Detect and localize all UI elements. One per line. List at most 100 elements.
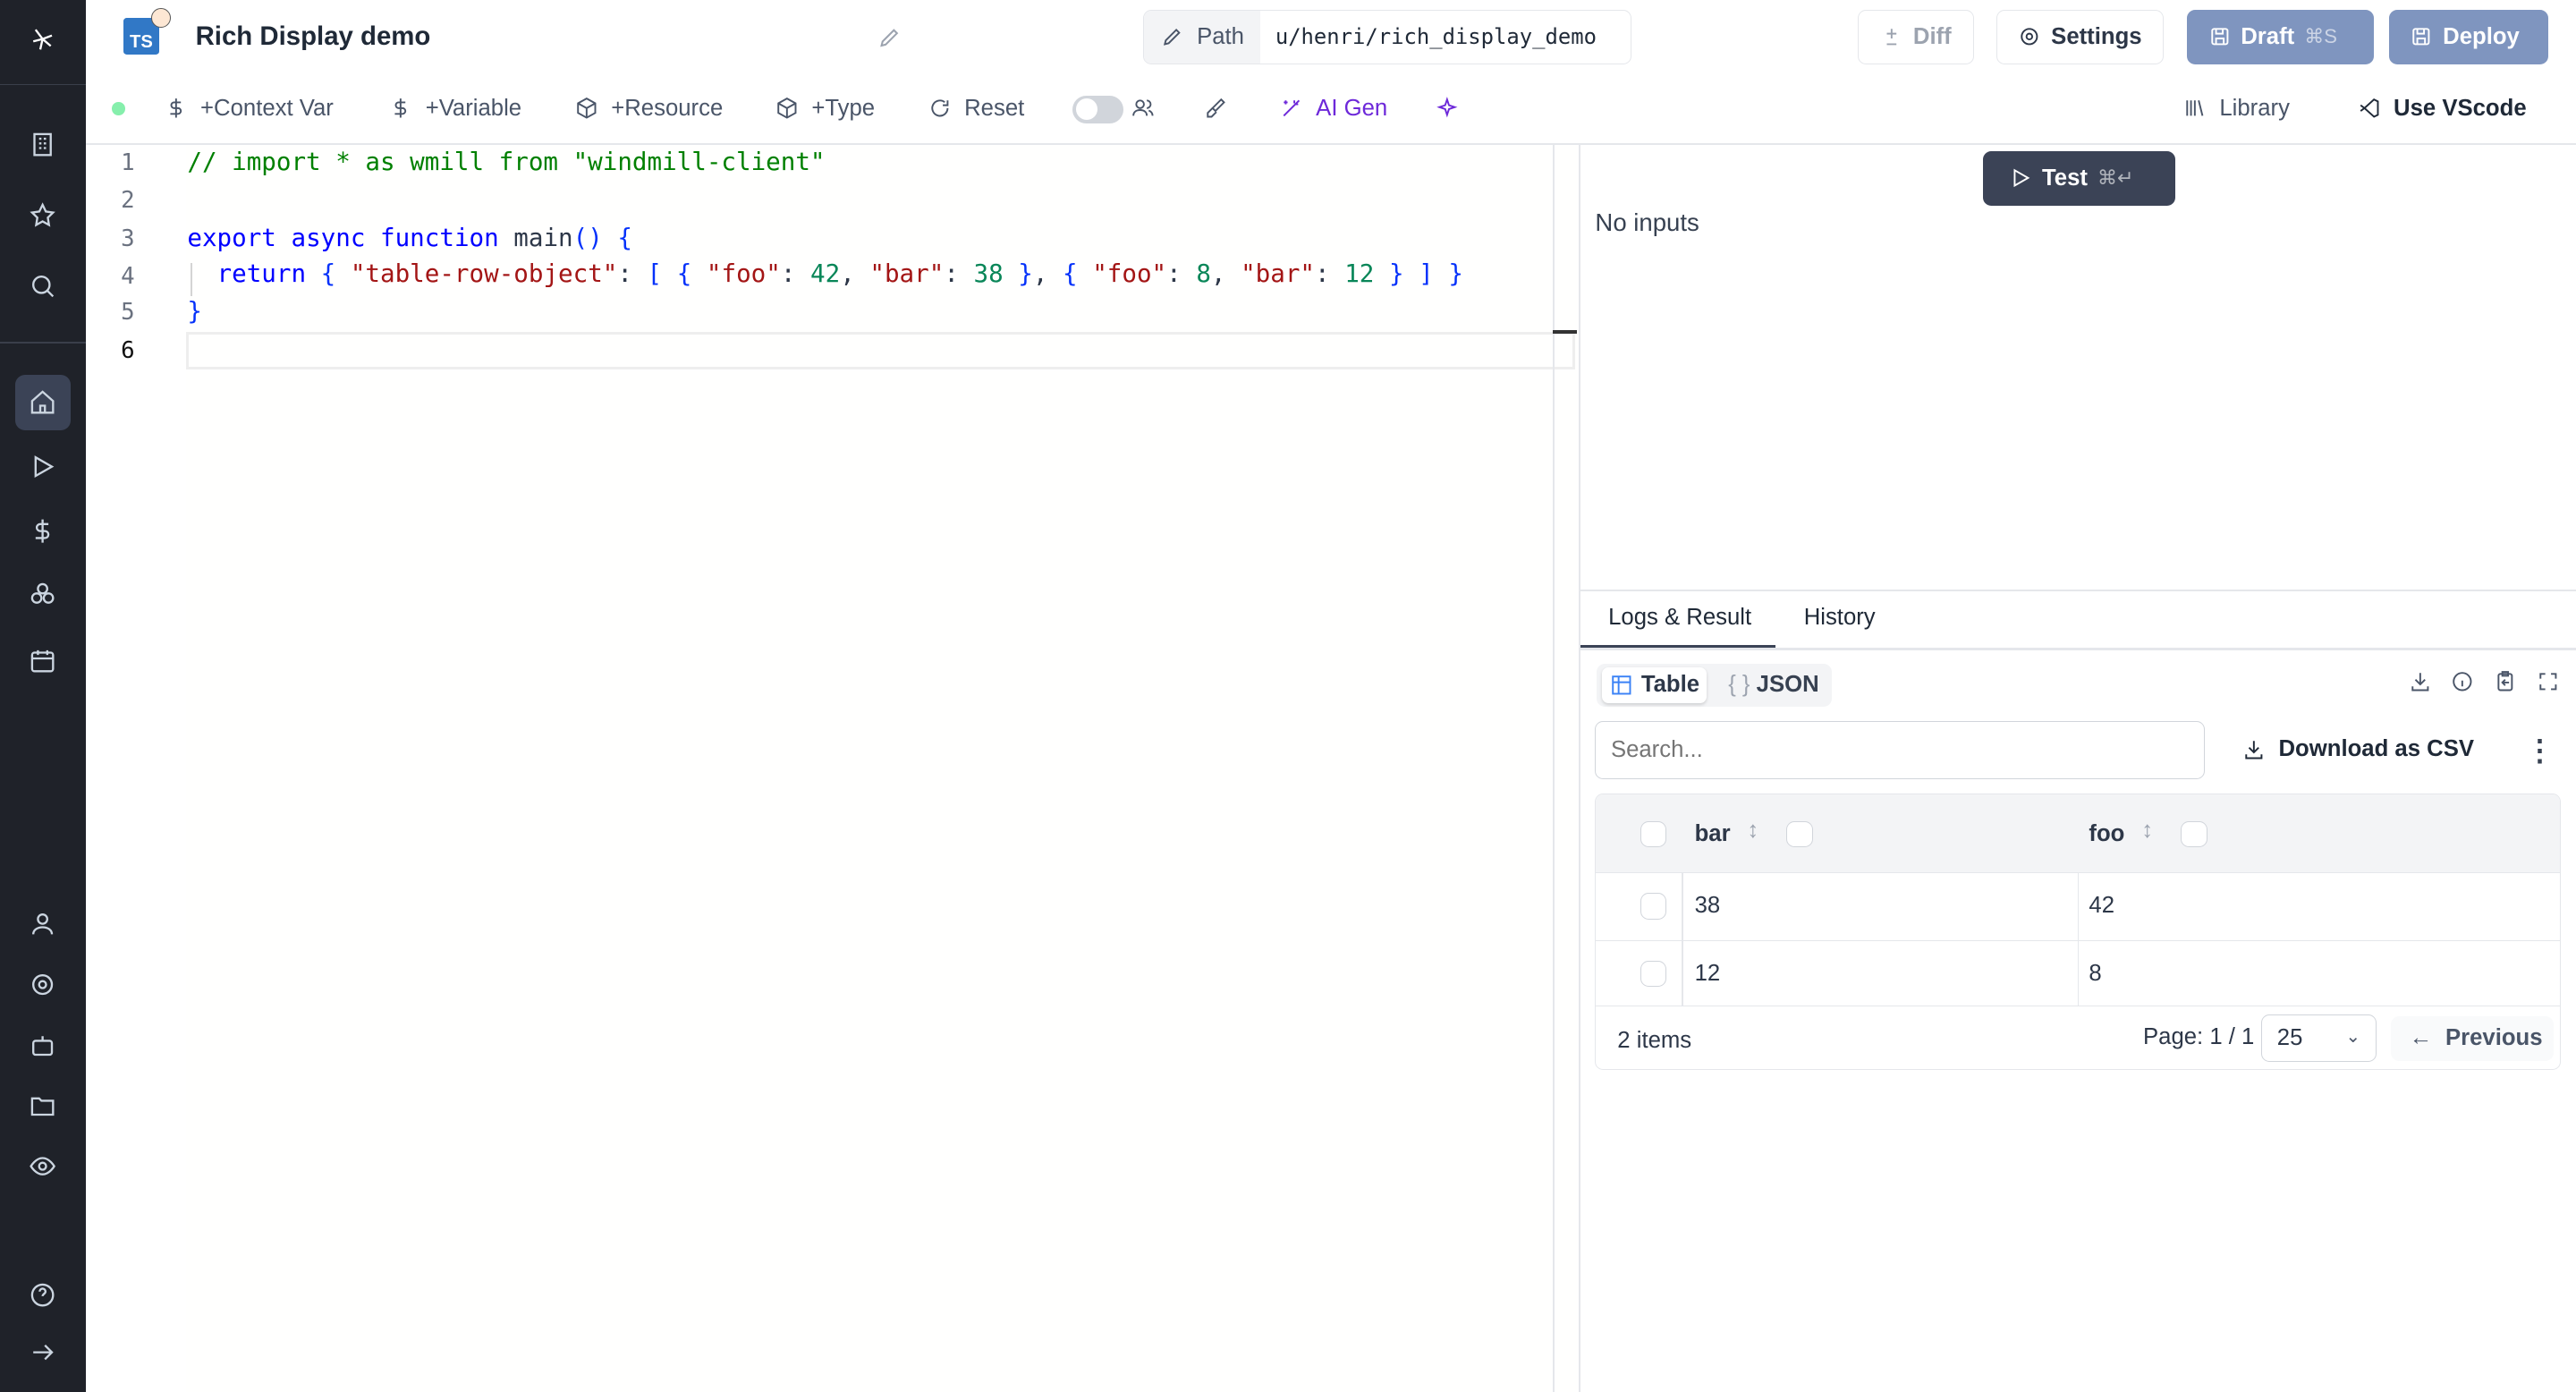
- table-row[interactable]: 38 42: [1596, 873, 2561, 941]
- column-header-foo[interactable]: foo: [2089, 821, 2124, 847]
- variable-button[interactable]: +Variable: [389, 94, 521, 123]
- gear-icon[interactable]: [23, 964, 63, 1004]
- context-var-button[interactable]: +Context Var: [165, 94, 334, 123]
- download-icon[interactable]: [2409, 670, 2432, 700]
- line-number: 6: [121, 336, 135, 364]
- user-icon[interactable]: [23, 904, 63, 943]
- previous-button[interactable]: ← Previous: [2391, 1016, 2555, 1061]
- cell-foo: 8: [2089, 960, 2102, 986]
- view-json-label: JSON: [1756, 672, 1819, 698]
- cell-bar: 38: [1694, 893, 1721, 919]
- column-checkbox[interactable]: [2181, 820, 2207, 847]
- script-title[interactable]: Rich Display demo: [196, 21, 431, 52]
- table-row[interactable]: 12 8: [1596, 940, 2561, 1007]
- settings-button[interactable]: Settings: [1996, 10, 2165, 64]
- path-field[interactable]: Path u/henri/rich_display_demo: [1143, 10, 1631, 64]
- fullscreen-icon[interactable]: [2537, 670, 2560, 700]
- use-vscode-button[interactable]: Use VScode: [2358, 94, 2527, 123]
- row-checkbox[interactable]: [1640, 893, 1667, 920]
- collab-toggle[interactable]: [1072, 95, 1124, 123]
- sort-icon[interactable]: ↕: [1747, 818, 1758, 844]
- page-size-value: 25: [2276, 1025, 2303, 1051]
- row-checkbox[interactable]: [1640, 960, 1667, 987]
- test-shortcut: ⌘↵: [2097, 166, 2134, 190]
- info-icon[interactable]: [2451, 670, 2474, 700]
- save-icon: [2210, 28, 2228, 46]
- gear-icon: [2021, 28, 2038, 46]
- line-number: 5: [121, 299, 135, 327]
- download-csv-button[interactable]: Download as CSV: [2242, 734, 2474, 764]
- windmill-logo-icon[interactable]: [23, 20, 63, 59]
- table-header: [1596, 794, 2561, 874]
- table-icon: [1612, 675, 1631, 695]
- tab-logs-result[interactable]: Logs & Result: [1580, 605, 1776, 648]
- sort-icon[interactable]: ↕: [2141, 818, 2153, 844]
- page-size-select[interactable]: 25 ⌄: [2261, 1014, 2377, 1063]
- reset-label: Reset: [964, 95, 1025, 121]
- select-all-checkbox[interactable]: [1640, 820, 1667, 847]
- diff-icon: [1886, 29, 1897, 46]
- play-icon[interactable]: [23, 447, 63, 487]
- line-number: 1: [121, 149, 135, 177]
- path-value[interactable]: u/henri/rich_display_demo: [1260, 11, 1597, 64]
- bot-icon[interactable]: [23, 1025, 63, 1065]
- no-inputs-text: No inputs: [1595, 208, 1699, 237]
- eye-icon[interactable]: [23, 1147, 63, 1186]
- clipboard-copy-icon[interactable]: [2494, 670, 2517, 700]
- type-label: +Type: [811, 95, 876, 121]
- ai-gen-button[interactable]: AI Gen: [1280, 94, 1387, 123]
- reset-button[interactable]: Reset: [928, 94, 1025, 123]
- previous-label: Previous: [2445, 1025, 2543, 1051]
- status-dot: [111, 101, 125, 115]
- paintbrush-icon[interactable]: [1204, 94, 1227, 123]
- sparkles-icon[interactable]: [1436, 94, 1459, 123]
- line-number: 3: [121, 225, 135, 252]
- code-line: // import * as wmill from "windmill-clie…: [187, 148, 826, 177]
- tab-history[interactable]: History: [1804, 605, 1876, 631]
- help-icon[interactable]: [23, 1275, 63, 1314]
- vscode-icon: [2360, 98, 2379, 119]
- more-options-icon[interactable]: ⋮: [2525, 733, 2555, 768]
- test-button[interactable]: Test ⌘↵: [1982, 150, 2175, 206]
- context-var-label: +Context Var: [200, 95, 334, 121]
- settings-label: Settings: [2051, 23, 2142, 49]
- current-line-highlight: [185, 332, 1576, 370]
- code-line: }: [187, 297, 202, 327]
- dollar-icon[interactable]: [23, 511, 63, 550]
- items-count: 2 items: [1617, 1027, 1692, 1053]
- draft-button[interactable]: Draft ⌘S: [2186, 10, 2375, 64]
- library-icon: [2186, 100, 2204, 117]
- variable-label: +Variable: [425, 95, 522, 121]
- calendar-icon[interactable]: [23, 641, 63, 680]
- edit-pencil-icon[interactable]: [877, 25, 902, 56]
- download-icon: [2245, 740, 2263, 760]
- folder-icon[interactable]: [23, 1086, 63, 1125]
- resource-label: +Resource: [611, 95, 724, 121]
- search-input[interactable]: [1595, 721, 2205, 779]
- diff-label: Diff: [1912, 23, 1952, 49]
- library-label: Library: [2219, 95, 2290, 121]
- page-indicator: Page: 1 / 1: [2143, 1024, 2255, 1050]
- home-icon[interactable]: [14, 374, 71, 431]
- view-json-button[interactable]: { } JSON: [1728, 672, 1818, 698]
- expand-arrow-icon[interactable]: [23, 1333, 63, 1372]
- dollar-icon: [170, 98, 182, 118]
- diff-button[interactable]: Diff: [1858, 10, 1974, 64]
- view-table-button[interactable]: Table: [1601, 666, 1707, 704]
- type-button[interactable]: +Type: [775, 94, 875, 123]
- ai-gen-label: AI Gen: [1316, 95, 1388, 121]
- play-icon: [2013, 169, 2030, 188]
- users-icon: [1131, 94, 1155, 123]
- star-icon[interactable]: [23, 196, 63, 235]
- column-checkbox[interactable]: [1786, 820, 1813, 847]
- column-header-bar[interactable]: bar: [1695, 821, 1731, 847]
- search-icon[interactable]: [23, 267, 63, 306]
- path-label: Path: [1197, 23, 1244, 49]
- building-icon[interactable]: [23, 125, 63, 165]
- draft-shortcut: ⌘S: [2304, 25, 2337, 48]
- resource-button[interactable]: +Resource: [575, 94, 723, 123]
- boxes-icon[interactable]: [23, 575, 63, 615]
- code-editor[interactable]: [85, 144, 1580, 1392]
- deploy-button[interactable]: Deploy: [2388, 10, 2548, 64]
- library-button[interactable]: Library: [2183, 94, 2290, 123]
